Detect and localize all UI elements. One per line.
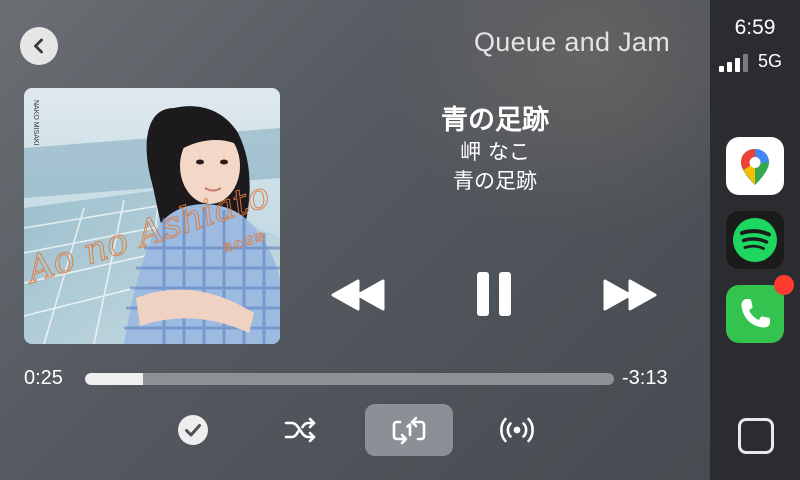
phone-icon	[741, 299, 770, 328]
track-info: 青の足跡 岬 なこ 青の足跡	[332, 104, 658, 196]
app-title: Queue and Jam	[473, 27, 670, 57]
signal-bars-icon	[719, 54, 748, 72]
now-playing-screen: Queue and Jam NAKO MISAKI Ao no Ashiato …	[0, 0, 710, 480]
remaining-time: -3:13	[622, 367, 668, 389]
chevron-left-icon	[34, 38, 43, 54]
carplay-dock: 6:59 5G	[710, 0, 800, 480]
broadcast-button[interactable]	[496, 404, 538, 456]
notification-badge	[774, 275, 794, 295]
dock-app-phone[interactable]	[726, 275, 794, 343]
dock-app-spotify[interactable]	[726, 211, 784, 269]
art-artist-text: NAKO MISAKI	[32, 100, 39, 146]
progress-fill	[85, 373, 144, 385]
track-title: 青の足跡	[441, 105, 549, 136]
repeat-one-icon	[392, 416, 426, 445]
rewind-button[interactable]	[330, 276, 386, 314]
rewind-icon	[331, 279, 385, 311]
shuffle-button[interactable]	[280, 404, 322, 456]
back-button[interactable]	[20, 27, 58, 65]
spotify-icon	[733, 218, 777, 262]
elapsed-time: 0:25	[24, 367, 63, 389]
home-button[interactable]	[738, 418, 774, 454]
dock-app-maps[interactable]	[726, 137, 784, 195]
shuffle-icon	[284, 417, 316, 443]
fast-forward-button[interactable]	[602, 276, 658, 314]
network-type: 5G	[758, 51, 783, 71]
status-time: 6:59	[734, 16, 776, 39]
track-album: 青の足跡	[453, 169, 537, 193]
fast-forward-icon	[603, 279, 657, 311]
progress-bar[interactable]	[85, 373, 614, 385]
google-maps-icon	[741, 149, 769, 185]
pause-button[interactable]	[472, 270, 516, 318]
album-art[interactable]: NAKO MISAKI Ao no Ashiato 青の足跡	[24, 88, 280, 344]
pause-icon	[477, 272, 511, 316]
broadcast-icon	[500, 417, 534, 443]
checkmark-circle-icon	[178, 415, 208, 445]
repeat-button[interactable]	[365, 404, 453, 456]
favorite-button[interactable]	[172, 404, 214, 456]
track-artist: 岬 なこ	[460, 140, 530, 164]
